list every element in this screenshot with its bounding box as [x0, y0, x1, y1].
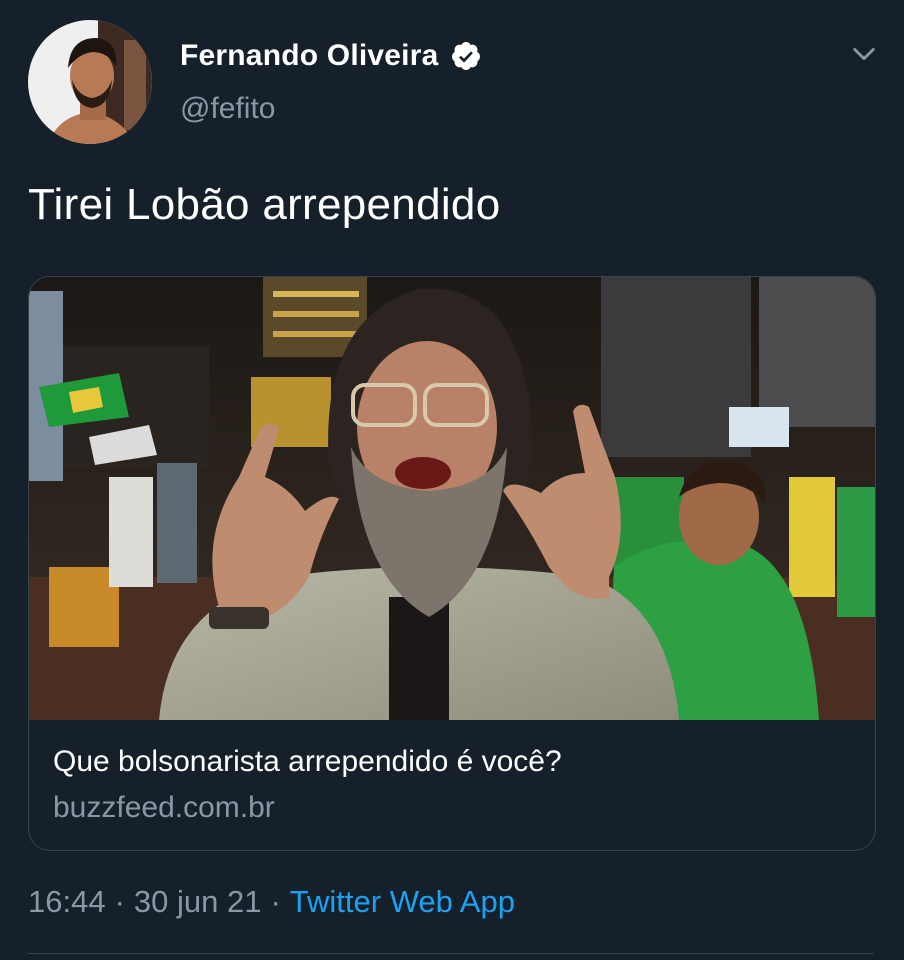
- chevron-down-icon: [853, 47, 875, 61]
- tweet-text: Tirei Lobão arrependido: [28, 180, 501, 229]
- divider: [28, 953, 874, 954]
- tweet-source-link[interactable]: Twitter Web App: [290, 884, 515, 920]
- tweet-meta: 16:44 · 30 jun 21 · Twitter Web App: [28, 884, 515, 920]
- link-card-domain: buzzfeed.com.br: [53, 791, 275, 824]
- author-display-name[interactable]: Fernando Oliveira: [180, 39, 438, 73]
- author-handle[interactable]: @fefito: [180, 92, 276, 126]
- verified-badge-icon: [452, 42, 481, 70]
- author-name-row: Fernando Oliveira: [180, 36, 482, 76]
- avatar-photo-icon: [28, 20, 152, 144]
- link-card-image[interactable]: [29, 277, 875, 720]
- more-options-button[interactable]: [844, 34, 884, 74]
- link-card-title[interactable]: Que bolsonarista arrependido é você?: [53, 745, 562, 779]
- tweet-date[interactable]: 30 jun 21: [134, 884, 262, 920]
- meta-separator: ·: [270, 884, 281, 919]
- author-avatar[interactable]: [28, 20, 152, 144]
- tweet: Fernando Oliveira @fefito Tirei Lobão ar…: [0, 0, 904, 960]
- link-card[interactable]: Que bolsonarista arrependido é você? buz…: [28, 276, 876, 851]
- tweet-time[interactable]: 16:44: [28, 884, 106, 920]
- link-preview-photo-icon: [29, 277, 875, 720]
- meta-separator: ·: [114, 884, 125, 919]
